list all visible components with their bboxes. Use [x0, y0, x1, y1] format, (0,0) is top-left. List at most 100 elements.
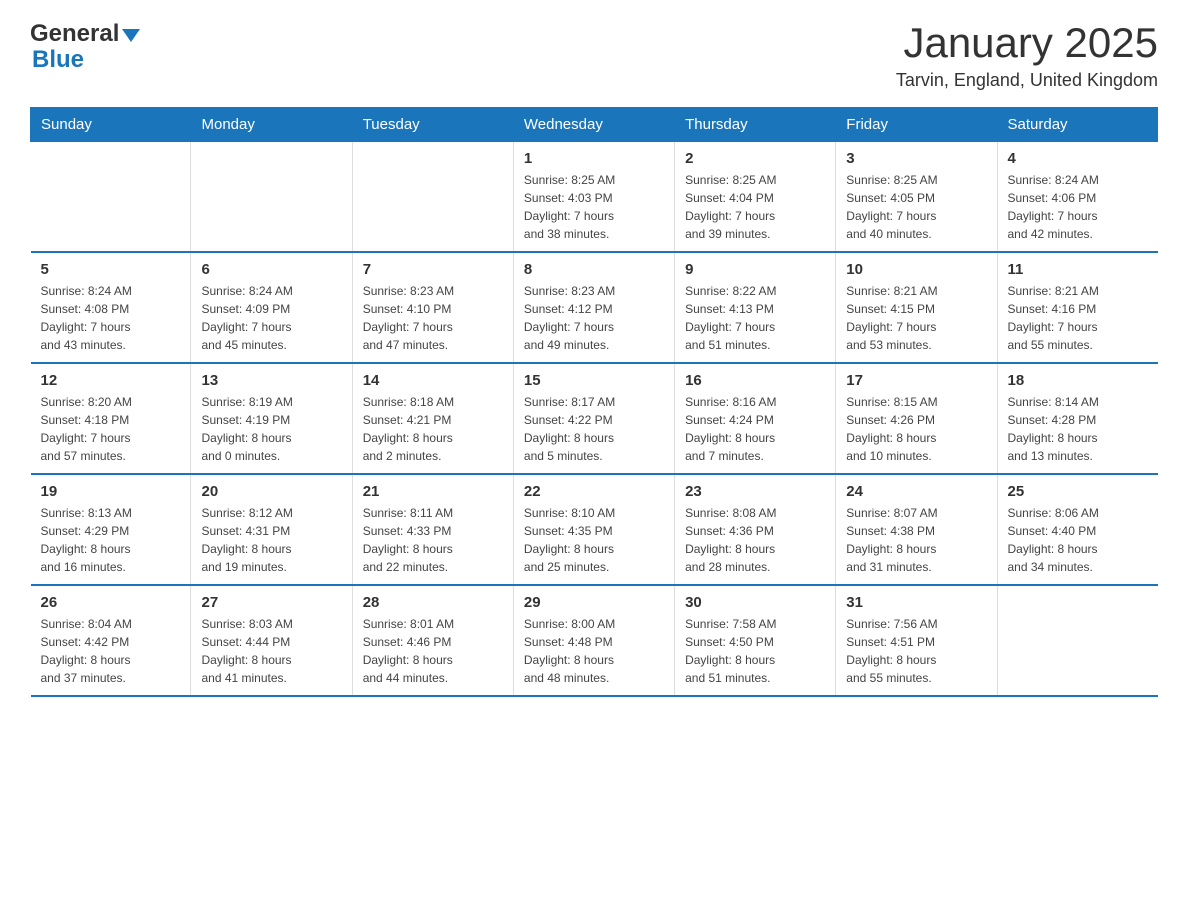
day-cell: 14 Sunrise: 8:18 AM Sunset: 4:21 PM Dayli… [352, 363, 513, 474]
day-cell: 23Sunrise: 8:08 AM Sunset: 4:36 PM Dayli… [675, 474, 836, 585]
day-cell: 3 Sunrise: 8:25 AM Sunset: 4:05 PM Daylig… [836, 142, 997, 253]
day-number: 27 [201, 594, 341, 611]
day-cell: 27 Sunrise: 8:03 AM Sunset: 4:44 PM Dayli… [191, 585, 352, 696]
day-number: 16 [685, 372, 825, 389]
title-area: January 2025 Tarvin, England, United Kin… [896, 20, 1158, 91]
day-number: 17 [846, 372, 986, 389]
day-cell: 1 Sunrise: 8:25 AM Sunset: 4:03 PM Daylig… [513, 142, 674, 253]
day-number: 18 [1008, 372, 1148, 389]
week-row-4: 19 Sunrise: 8:13 AM Sunset: 4:29 PM Dayli… [31, 474, 1158, 585]
day-info: Sunrise: 8:25 AM Sunset: 4:05 PM Dayligh… [846, 171, 986, 243]
logo: General Blue [30, 20, 140, 74]
page-header: General Blue January 2025 Tarvin, Englan… [30, 20, 1158, 91]
calendar-table: SundayMondayTuesdayWednesdayThursdayFrid… [30, 107, 1158, 697]
day-cell: 21 Sunrise: 8:11 AM Sunset: 4:33 PM Dayli… [352, 474, 513, 585]
weekday-header-row: SundayMondayTuesdayWednesdayThursdayFrid… [31, 108, 1158, 142]
day-info: Sunrise: 7:56 AM Sunset: 4:51 PM Dayligh… [846, 615, 986, 687]
week-row-5: 26 Sunrise: 8:04 AM Sunset: 4:42 PM Dayli… [31, 585, 1158, 696]
day-info: Sunrise: 8:24 AM Sunset: 4:08 PM Dayligh… [41, 282, 181, 354]
day-number: 22 [524, 483, 664, 500]
day-number: 23 [685, 483, 825, 500]
day-cell: 8 Sunrise: 8:23 AM Sunset: 4:12 PM Daylig… [513, 252, 674, 363]
day-number: 25 [1008, 483, 1148, 500]
day-number: 3 [846, 150, 986, 167]
day-number: 1 [524, 150, 664, 167]
day-cell: 2 Sunrise: 8:25 AM Sunset: 4:04 PM Daylig… [675, 142, 836, 253]
weekday-header-thursday: Thursday [675, 108, 836, 142]
day-info: Sunrise: 8:18 AM Sunset: 4:21 PM Dayligh… [363, 393, 503, 465]
day-number: 6 [201, 261, 341, 278]
day-number: 2 [685, 150, 825, 167]
day-cell: 15Sunrise: 8:17 AM Sunset: 4:22 PM Dayli… [513, 363, 674, 474]
day-info: Sunrise: 8:15 AM Sunset: 4:26 PM Dayligh… [846, 393, 986, 465]
day-cell: 22 Sunrise: 8:10 AM Sunset: 4:35 PM Dayli… [513, 474, 674, 585]
logo-arrow-icon [122, 29, 140, 42]
calendar-header: SundayMondayTuesdayWednesdayThursdayFrid… [31, 108, 1158, 142]
day-number: 20 [201, 483, 341, 500]
day-number: 12 [41, 372, 181, 389]
day-info: Sunrise: 8:06 AM Sunset: 4:40 PM Dayligh… [1008, 504, 1148, 576]
day-cell: 17 Sunrise: 8:15 AM Sunset: 4:26 PM Dayli… [836, 363, 997, 474]
day-cell: 28 Sunrise: 8:01 AM Sunset: 4:46 PM Dayli… [352, 585, 513, 696]
day-info: Sunrise: 8:16 AM Sunset: 4:24 PM Dayligh… [685, 393, 825, 465]
day-info: Sunrise: 8:13 AM Sunset: 4:29 PM Dayligh… [41, 504, 181, 576]
day-number: 14 [363, 372, 503, 389]
day-cell: 13Sunrise: 8:19 AM Sunset: 4:19 PM Dayli… [191, 363, 352, 474]
day-info: Sunrise: 8:24 AM Sunset: 4:06 PM Dayligh… [1008, 171, 1148, 243]
day-number: 8 [524, 261, 664, 278]
day-info: Sunrise: 8:23 AM Sunset: 4:10 PM Dayligh… [363, 282, 503, 354]
day-info: Sunrise: 7:58 AM Sunset: 4:50 PM Dayligh… [685, 615, 825, 687]
day-info: Sunrise: 8:25 AM Sunset: 4:03 PM Dayligh… [524, 171, 664, 243]
day-info: Sunrise: 8:10 AM Sunset: 4:35 PM Dayligh… [524, 504, 664, 576]
day-info: Sunrise: 8:07 AM Sunset: 4:38 PM Dayligh… [846, 504, 986, 576]
day-info: Sunrise: 8:20 AM Sunset: 4:18 PM Dayligh… [41, 393, 181, 465]
day-info: Sunrise: 8:22 AM Sunset: 4:13 PM Dayligh… [685, 282, 825, 354]
day-cell [31, 142, 191, 253]
weekday-header-saturday: Saturday [997, 108, 1158, 142]
day-info: Sunrise: 8:25 AM Sunset: 4:04 PM Dayligh… [685, 171, 825, 243]
day-cell: 16 Sunrise: 8:16 AM Sunset: 4:24 PM Dayli… [675, 363, 836, 474]
day-cell: 25 Sunrise: 8:06 AM Sunset: 4:40 PM Dayli… [997, 474, 1158, 585]
day-number: 10 [846, 261, 986, 278]
day-cell: 29 Sunrise: 8:00 AM Sunset: 4:48 PM Dayli… [513, 585, 674, 696]
day-info: Sunrise: 8:12 AM Sunset: 4:31 PM Dayligh… [201, 504, 341, 576]
day-cell: 31 Sunrise: 7:56 AM Sunset: 4:51 PM Dayli… [836, 585, 997, 696]
day-number: 4 [1008, 150, 1148, 167]
calendar-body: 1 Sunrise: 8:25 AM Sunset: 4:03 PM Daylig… [31, 142, 1158, 697]
day-info: Sunrise: 8:17 AM Sunset: 4:22 PM Dayligh… [524, 393, 664, 465]
day-number: 28 [363, 594, 503, 611]
day-info: Sunrise: 8:11 AM Sunset: 4:33 PM Dayligh… [363, 504, 503, 576]
day-info: Sunrise: 8:00 AM Sunset: 4:48 PM Dayligh… [524, 615, 664, 687]
weekday-header-sunday: Sunday [31, 108, 191, 142]
day-info: Sunrise: 8:04 AM Sunset: 4:42 PM Dayligh… [41, 615, 181, 687]
weekday-header-wednesday: Wednesday [513, 108, 674, 142]
weekday-header-monday: Monday [191, 108, 352, 142]
day-number: 24 [846, 483, 986, 500]
day-number: 26 [41, 594, 181, 611]
day-cell: 26 Sunrise: 8:04 AM Sunset: 4:42 PM Dayli… [31, 585, 191, 696]
day-info: Sunrise: 8:21 AM Sunset: 4:15 PM Dayligh… [846, 282, 986, 354]
week-row-2: 5 Sunrise: 8:24 AM Sunset: 4:08 PM Daylig… [31, 252, 1158, 363]
day-number: 5 [41, 261, 181, 278]
day-number: 29 [524, 594, 664, 611]
day-cell: 5 Sunrise: 8:24 AM Sunset: 4:08 PM Daylig… [31, 252, 191, 363]
day-info: Sunrise: 8:03 AM Sunset: 4:44 PM Dayligh… [201, 615, 341, 687]
day-number: 21 [363, 483, 503, 500]
day-number: 30 [685, 594, 825, 611]
day-cell: 4 Sunrise: 8:24 AM Sunset: 4:06 PM Daylig… [997, 142, 1158, 253]
day-number: 13 [201, 372, 341, 389]
day-info: Sunrise: 8:01 AM Sunset: 4:46 PM Dayligh… [363, 615, 503, 687]
week-row-1: 1 Sunrise: 8:25 AM Sunset: 4:03 PM Daylig… [31, 142, 1158, 253]
day-info: Sunrise: 8:23 AM Sunset: 4:12 PM Dayligh… [524, 282, 664, 354]
day-number: 19 [41, 483, 181, 500]
logo-blue-text: Blue [32, 46, 84, 74]
month-title: January 2025 [896, 20, 1158, 66]
day-info: Sunrise: 8:14 AM Sunset: 4:28 PM Dayligh… [1008, 393, 1148, 465]
week-row-3: 12 Sunrise: 8:20 AM Sunset: 4:18 PM Dayli… [31, 363, 1158, 474]
day-cell: 12 Sunrise: 8:20 AM Sunset: 4:18 PM Dayli… [31, 363, 191, 474]
day-cell: 19 Sunrise: 8:13 AM Sunset: 4:29 PM Dayli… [31, 474, 191, 585]
weekday-header-tuesday: Tuesday [352, 108, 513, 142]
day-number: 31 [846, 594, 986, 611]
day-cell: 20 Sunrise: 8:12 AM Sunset: 4:31 PM Dayli… [191, 474, 352, 585]
day-info: Sunrise: 8:21 AM Sunset: 4:16 PM Dayligh… [1008, 282, 1148, 354]
